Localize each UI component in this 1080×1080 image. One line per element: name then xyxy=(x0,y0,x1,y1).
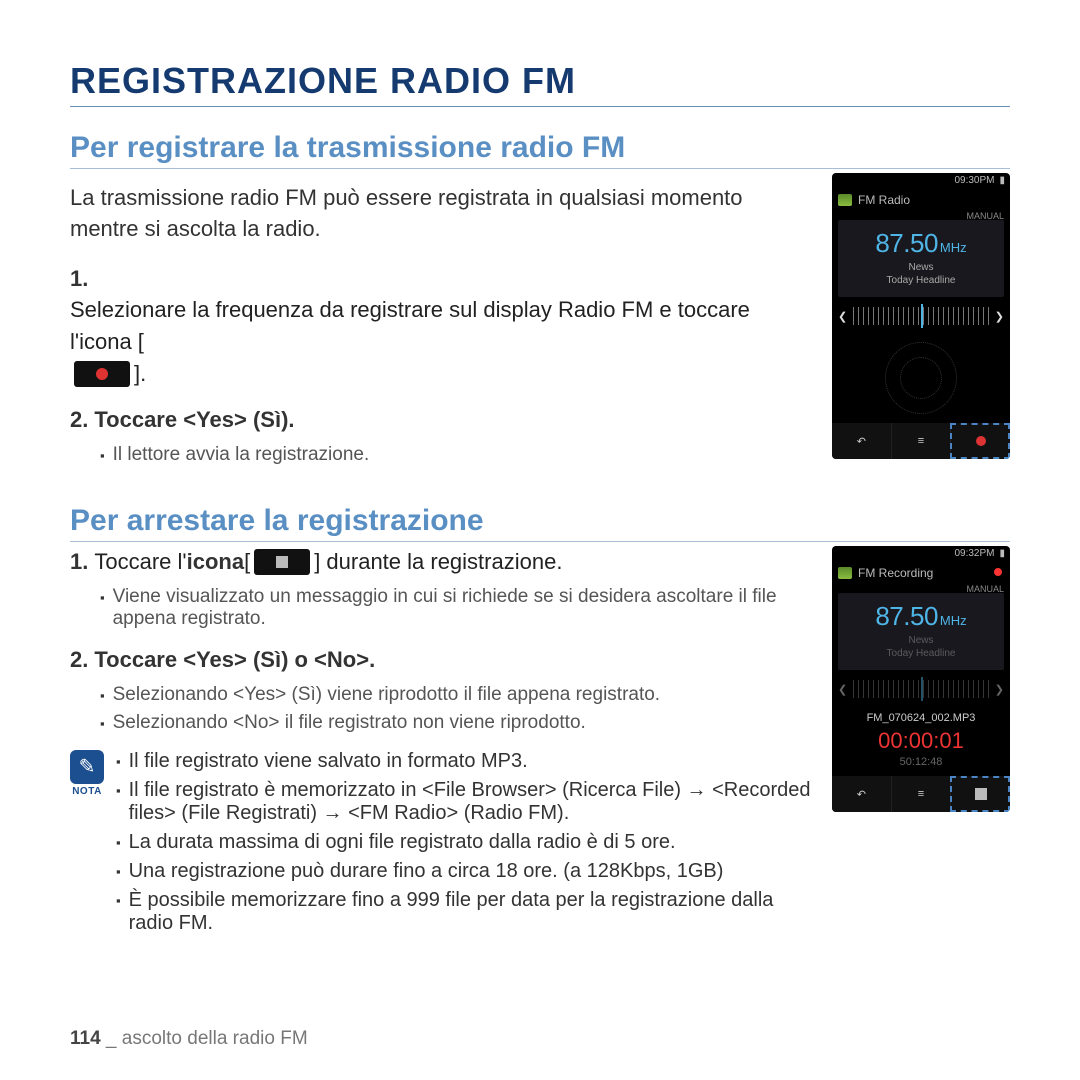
radio-icon xyxy=(838,567,852,579)
device2-time: 09:32PM xyxy=(954,548,994,559)
section1-heading: Per registrare la trasmissione radio FM xyxy=(70,131,1010,169)
page-title: REGISTRAZIONE RADIO FM xyxy=(70,60,1010,107)
footer-text: ascolto della radio FM xyxy=(122,1028,308,1049)
page-number: 114 xyxy=(70,1028,101,1049)
battery-icon: ▮ xyxy=(999,548,1005,559)
section2-step1-a: Toccare l' xyxy=(94,546,186,578)
chevron-right-icon: ❯ xyxy=(995,310,1004,323)
device1-time: 09:30PM xyxy=(954,175,994,186)
step-number: 1. xyxy=(70,263,88,295)
page-footer: 114 _ ascolto della radio FM xyxy=(70,1028,308,1050)
section2-step1-b: icona xyxy=(187,546,244,578)
device2-sub1: News xyxy=(842,634,1000,647)
step-number: 2. xyxy=(70,404,88,436)
recording-indicator-icon xyxy=(994,568,1002,576)
section1-step1-a: Selezionare la frequenza da registrare s… xyxy=(70,294,814,358)
back-button[interactable]: ↶ xyxy=(832,423,891,459)
chevron-left-icon: ❮ xyxy=(838,310,847,323)
device2-manual: MANUAL xyxy=(966,584,1004,594)
device2-title: FM Recording xyxy=(858,566,933,580)
step-number: 2. xyxy=(70,644,88,676)
section2-heading: Per arrestare la registrazione xyxy=(70,504,1010,542)
device2-filename: FM_070624_002.MP3 xyxy=(832,712,1010,724)
battery-icon: ▮ xyxy=(999,175,1005,186)
device1-manual: MANUAL xyxy=(966,211,1004,221)
section2-step1-c: [ xyxy=(244,546,250,578)
footer-sep: _ xyxy=(101,1028,122,1049)
stop-square-icon xyxy=(975,788,987,800)
device2-sub2: Today Headline xyxy=(842,647,1000,660)
section2-step2: Toccare <Yes> (Sì) o <No>. xyxy=(94,644,375,676)
device2-elapsed: 00:00:01 xyxy=(832,728,1010,754)
chevron-left-icon: ❮ xyxy=(838,683,847,696)
device2-total: 50:12:48 xyxy=(832,756,1010,768)
preset-field xyxy=(832,333,1010,423)
device-screenshot-fm-radio: 09:30PM ▮ FM Radio MANUAL 87.50MHz NewsTo… xyxy=(832,173,1010,459)
device1-sub1: News xyxy=(842,261,1000,274)
section1-step2: Toccare <Yes> (Sì). xyxy=(94,404,294,436)
tuning-ticks xyxy=(853,307,989,325)
step-number: 1. xyxy=(70,546,88,578)
note-2: Il file registrato è memorizzato in <Fil… xyxy=(116,779,814,825)
section1-intro: La trasmissione radio FM può essere regi… xyxy=(70,183,814,245)
stop-square-icon xyxy=(276,556,288,568)
menu-button[interactable]: ≡ xyxy=(891,776,951,812)
section1-step1-b: ]. xyxy=(134,358,146,390)
section2-sub1: Viene visualizzato un messaggio in cui s… xyxy=(100,586,814,630)
record-dot-icon xyxy=(96,368,108,380)
section1-sub1: Il lettore avvia la registrazione. xyxy=(100,444,814,466)
record-dot-icon xyxy=(976,436,986,446)
device1-title: FM Radio xyxy=(858,193,910,207)
section2-step1-d: ] durante la registrazione. xyxy=(314,546,562,578)
device1-freq: 87.50 xyxy=(875,228,938,258)
menu-button[interactable]: ≡ xyxy=(891,423,951,459)
note-icon: ✎ xyxy=(70,750,104,784)
record-icon-inline xyxy=(74,361,130,387)
device2-freq: 87.50 xyxy=(875,601,938,631)
stop-button[interactable] xyxy=(950,776,1010,812)
device-screenshot-fm-recording: 09:32PM ▮ FM Recording MANUAL 87.50MHz Ne… xyxy=(832,546,1010,812)
section2-sub2: Selezionando <Yes> (Sì) viene riprodotto… xyxy=(100,684,814,706)
note-label: NOTA xyxy=(70,786,104,797)
radio-icon xyxy=(838,194,852,206)
note-4: Una registrazione può durare fino a circ… xyxy=(116,860,814,883)
stop-icon-inline xyxy=(254,549,310,575)
record-button[interactable] xyxy=(950,423,1010,459)
note-3: La durata massima di ogni file registrat… xyxy=(116,831,814,854)
chevron-right-icon: ❯ xyxy=(995,683,1004,696)
section2-sub3: Selezionando <No> il file registrato non… xyxy=(100,712,814,734)
device1-unit: MHz xyxy=(940,240,967,255)
note-1: Il file registrato viene salvato in form… xyxy=(116,750,814,773)
device1-sub2: Today Headline xyxy=(842,274,1000,287)
note-5: È possibile memorizzare fino a 999 file … xyxy=(116,889,814,935)
tuning-ticks xyxy=(853,680,989,698)
back-button[interactable]: ↶ xyxy=(832,776,891,812)
device2-unit: MHz xyxy=(940,613,967,628)
